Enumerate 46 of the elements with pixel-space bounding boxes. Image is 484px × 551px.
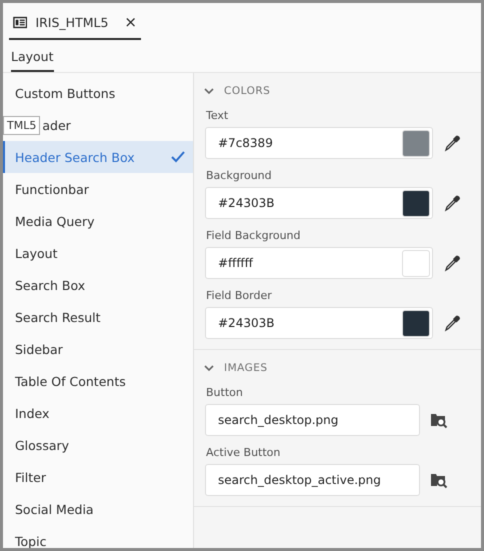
color-swatch[interactable] (402, 130, 430, 156)
tooltip: TML5 (3, 116, 40, 134)
sidebar-item[interactable]: Glossary (3, 429, 193, 461)
checkmark-icon (171, 151, 185, 163)
field-label: Field Background (205, 228, 302, 244)
color-field[interactable]: #24303B (205, 187, 433, 219)
sidebar-item[interactable]: Sidebar (3, 333, 193, 365)
sidebar-item[interactable]: Filter (3, 461, 193, 493)
sidebar-item[interactable]: TML5 ader (3, 109, 193, 141)
eyedropper-icon[interactable] (443, 254, 461, 272)
folder-search-icon[interactable] (430, 411, 448, 429)
folder-search-icon[interactable] (430, 471, 448, 489)
color-field[interactable]: #24303B (205, 307, 433, 339)
eyedropper-icon[interactable] (443, 194, 461, 212)
sidebar-item[interactable]: Topic (3, 525, 193, 548)
field-label: Button (205, 385, 244, 401)
color-field[interactable]: #7c8389 (205, 127, 433, 159)
sidebar-item[interactable]: Search Result (3, 301, 193, 333)
field-label: Background (205, 168, 273, 184)
field-label: Text (205, 108, 230, 124)
section-title: COLORS (224, 85, 270, 97)
color-swatch[interactable] (402, 310, 430, 336)
sidebar-item[interactable]: Search Box (3, 269, 193, 301)
color-swatch[interactable] (402, 190, 430, 216)
field-label: Field Border (205, 288, 273, 304)
sidebar-item[interactable]: Media Query (3, 205, 193, 237)
sidebar-item[interactable]: Layout (3, 237, 193, 269)
sidebar-item[interactable]: Social Media (3, 493, 193, 525)
sidebar-item[interactable]: Index (3, 397, 193, 429)
eyedropper-icon[interactable] (443, 134, 461, 152)
sidebar-item[interactable]: Table Of Contents (3, 365, 193, 397)
close-button[interactable]: × (124, 13, 137, 31)
chevron-icon[interactable] (204, 88, 214, 94)
eyedropper-icon[interactable] (443, 314, 461, 332)
tab-title: IRIS_HTML5 (35, 14, 108, 30)
chevron-icon[interactable] (204, 364, 214, 372)
file-field[interactable]: search_desktop.png (205, 404, 420, 436)
file-field[interactable]: search_desktop_active.png (205, 464, 420, 496)
section-title: IMAGES (224, 362, 268, 374)
document-icon (13, 16, 28, 28)
sidebar-item[interactable]: Functionbar (3, 173, 193, 205)
color-field[interactable]: #ffffff (205, 247, 433, 279)
color-swatch[interactable] (402, 250, 430, 276)
sidebar-item[interactable]: Header Search Box (3, 141, 193, 173)
sidebar-item[interactable]: Custom Buttons (3, 77, 193, 109)
field-label: Active Button (205, 445, 282, 461)
